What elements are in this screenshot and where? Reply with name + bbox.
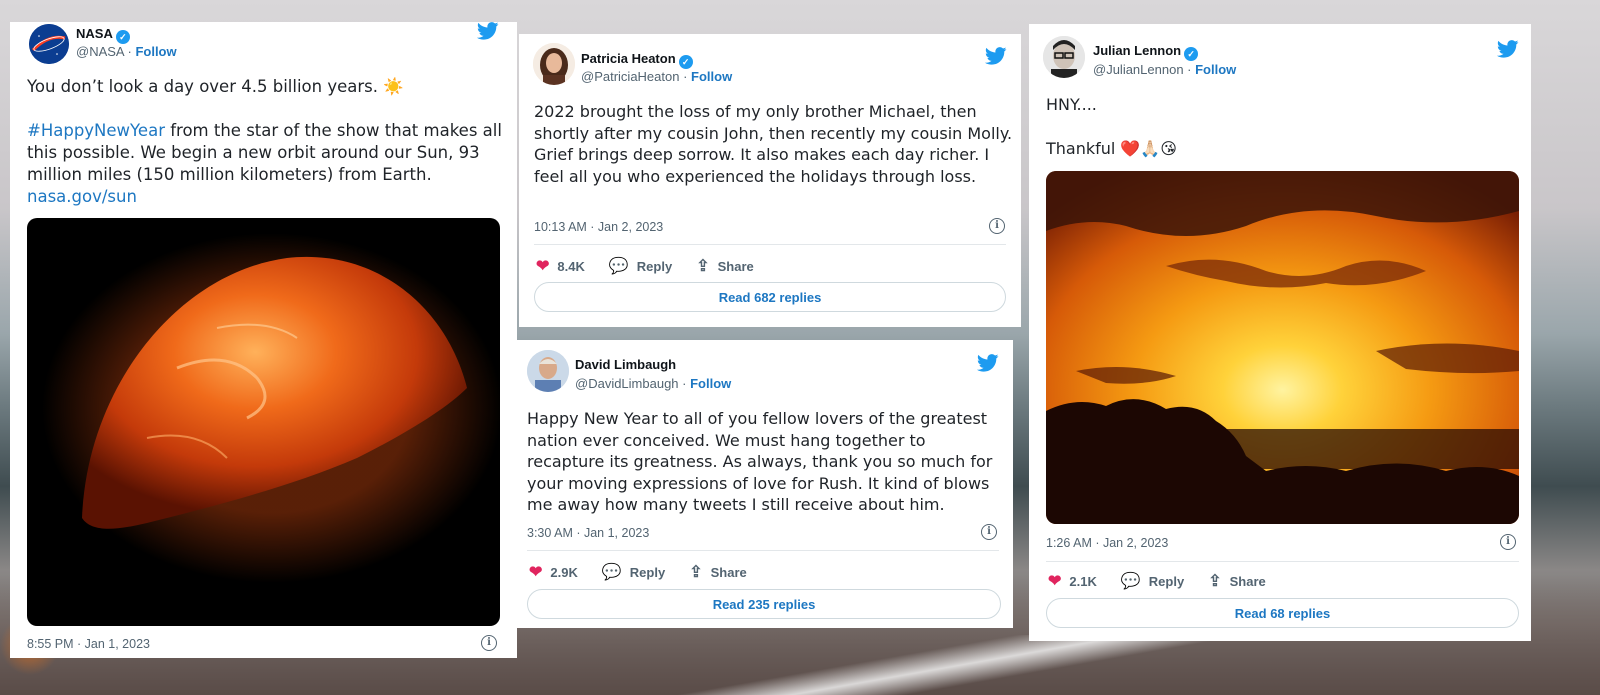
- like-button[interactable]: ❤ 8.4K: [536, 256, 585, 276]
- background-stripe: [440, 635, 1540, 695]
- verified-badge-icon: ✓: [678, 55, 693, 69]
- tweet-card-limbaugh: David Limbaugh @DavidLimbaugh · Follow H…: [517, 340, 1013, 628]
- share-icon: ⇪: [696, 258, 710, 275]
- tweet-timestamp[interactable]: 10:13 AM · Jan 2, 2023: [534, 220, 663, 234]
- action-bar: ❤ 8.4K 💬 Reply ⇪ Share: [536, 256, 778, 276]
- tweet-timestamp[interactable]: 8:55 PM · Jan 1, 2023: [27, 637, 150, 651]
- tweet-text: Happy New Year to all of you fellow love…: [527, 409, 993, 514]
- read-replies-button[interactable]: Read 682 replies: [534, 282, 1006, 312]
- info-icon[interactable]: i: [981, 524, 997, 540]
- portrait-photo: [533, 43, 575, 85]
- tweet-card-heaton: Patricia Heaton ✓ @PatriciaHeaton · Follo…: [519, 34, 1021, 327]
- share-icon: ⇪: [689, 564, 703, 581]
- heart-icon: ❤: [1048, 573, 1062, 590]
- verified-badge-icon: ✓: [1184, 47, 1199, 61]
- tweet-text: You don’t look a day over 4.5 billion ye…: [27, 77, 502, 206]
- reply-button[interactable]: 💬 Reply: [602, 562, 665, 582]
- url-link[interactable]: nasa.gov/sun: [27, 187, 137, 206]
- author-handle-line: @DavidLimbaugh · Follow: [575, 376, 732, 391]
- share-button[interactable]: ⇪ Share: [1208, 571, 1266, 591]
- follow-button[interactable]: Follow: [135, 44, 176, 59]
- hashtag-link[interactable]: #HappyNewYear: [27, 121, 165, 140]
- author-handle: @JulianLennon: [1093, 62, 1184, 77]
- tweet-timestamp[interactable]: 1:26 AM · Jan 2, 2023: [1046, 536, 1168, 550]
- read-replies-button[interactable]: Read 235 replies: [527, 589, 1001, 619]
- read-replies-button[interactable]: Read 68 replies: [1046, 598, 1519, 628]
- info-icon[interactable]: i: [1500, 534, 1516, 550]
- author-handle-line: @NASA · Follow: [76, 44, 177, 59]
- reply-button[interactable]: 💬 Reply: [1121, 571, 1184, 591]
- like-button[interactable]: ❤ 2.1K: [1048, 571, 1097, 591]
- author-name[interactable]: Patricia Heaton ✓: [581, 51, 693, 69]
- tweet-card-nasa: NASA ✓ @NASA · Follow You don’t look a da…: [10, 22, 517, 658]
- reply-button[interactable]: 💬 Reply: [609, 256, 672, 276]
- sun-image: [42, 233, 500, 583]
- author-handle-line: @JulianLennon · Follow: [1093, 62, 1237, 77]
- author-name[interactable]: David Limbaugh: [575, 357, 676, 372]
- divider: [527, 550, 999, 551]
- follow-button[interactable]: Follow: [690, 376, 731, 391]
- tweet-timestamp[interactable]: 3:30 AM · Jan 1, 2023: [527, 526, 649, 540]
- tweet-text: HNY.... Thankful ❤️🙏🏻😘: [1046, 95, 1177, 158]
- info-icon[interactable]: i: [989, 218, 1005, 234]
- reply-bubble-icon: 💬: [608, 258, 629, 275]
- twitter-bird-icon[interactable]: [1497, 40, 1519, 58]
- follow-button[interactable]: Follow: [691, 69, 732, 84]
- author-handle: @NASA: [76, 44, 124, 59]
- heart-icon: ❤: [536, 258, 550, 275]
- author-handle-line: @PatriciaHeaton · Follow: [581, 69, 733, 84]
- twitter-bird-icon[interactable]: [477, 22, 499, 40]
- tweet-image-sunset[interactable]: [1046, 171, 1519, 524]
- info-icon[interactable]: i: [481, 635, 497, 651]
- divider: [534, 244, 1006, 245]
- sunset-image: [1046, 171, 1519, 524]
- avatar[interactable]: [527, 350, 569, 392]
- tweet-text: 2022 brought the loss of my only brother…: [534, 102, 1013, 186]
- twitter-bird-icon[interactable]: [985, 47, 1007, 65]
- author-name[interactable]: NASA ✓: [76, 26, 130, 44]
- twitter-bird-icon[interactable]: [977, 354, 999, 372]
- share-button[interactable]: ⇪ Share: [689, 562, 747, 582]
- author-handle: @DavidLimbaugh: [575, 376, 679, 391]
- avatar[interactable]: [1043, 36, 1085, 78]
- verified-badge-icon: ✓: [115, 30, 130, 44]
- like-button[interactable]: ❤ 2.9K: [529, 562, 578, 582]
- tweet-card-lennon: Julian Lennon ✓ @JulianLennon · Follow HN…: [1029, 24, 1531, 641]
- portrait-photo: [1043, 36, 1085, 78]
- author-handle: @PatriciaHeaton: [581, 69, 680, 84]
- avatar[interactable]: [29, 24, 69, 64]
- share-icon: ⇪: [1208, 573, 1222, 590]
- avatar[interactable]: [533, 43, 575, 85]
- heart-icon: ❤: [529, 564, 543, 581]
- reply-bubble-icon: 💬: [601, 564, 622, 581]
- author-name[interactable]: Julian Lennon ✓: [1093, 43, 1199, 61]
- action-bar: ❤ 2.9K 💬 Reply ⇪ Share: [529, 562, 771, 582]
- tweet-image-sun[interactable]: [27, 218, 500, 626]
- portrait-photo: [527, 350, 569, 392]
- divider: [1046, 561, 1519, 562]
- follow-button[interactable]: Follow: [1195, 62, 1236, 77]
- share-button[interactable]: ⇪ Share: [696, 256, 754, 276]
- nasa-logo-icon: [29, 24, 69, 64]
- reply-bubble-icon: 💬: [1120, 573, 1141, 590]
- action-bar: ❤ 2.1K 💬 Reply ⇪ Share: [1048, 571, 1290, 591]
